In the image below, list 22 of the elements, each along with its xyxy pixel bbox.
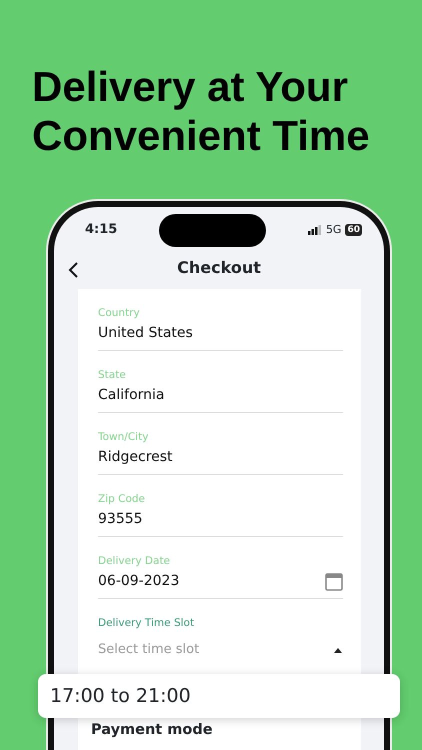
headline: Delivery at Your <box>32 62 348 111</box>
field-label: Country <box>98 306 140 320</box>
caret-icon[interactable] <box>333 646 343 654</box>
input-field[interactable]: United States <box>98 323 193 343</box>
input-field[interactable]: 93555 <box>98 509 143 529</box>
signal-icon <box>308 225 322 235</box>
status-time: 4:15 <box>85 221 118 240</box>
input-field[interactable]: California <box>98 385 164 405</box>
network-label: 5G <box>326 222 342 238</box>
headline: Convenient Time <box>32 111 370 160</box>
page-title: Checkout <box>177 257 261 279</box>
date-field[interactable]: 06-09-2023 <box>98 571 180 591</box>
section-title: Payment mode <box>91 721 213 740</box>
field-label: Town/City <box>98 430 148 444</box>
calendar-icon[interactable] <box>325 572 343 590</box>
input-field[interactable]: Ridgecrest <box>98 447 173 467</box>
field-label: Zip Code <box>98 492 145 506</box>
field-label: Delivery Date <box>98 554 170 568</box>
field-label: State <box>98 368 126 382</box>
battery-level: 60 <box>345 224 362 236</box>
time-slot-option[interactable]: 17:00 to 21:00 <box>38 674 400 718</box>
field-label: Delivery Time Slot <box>98 616 194 630</box>
